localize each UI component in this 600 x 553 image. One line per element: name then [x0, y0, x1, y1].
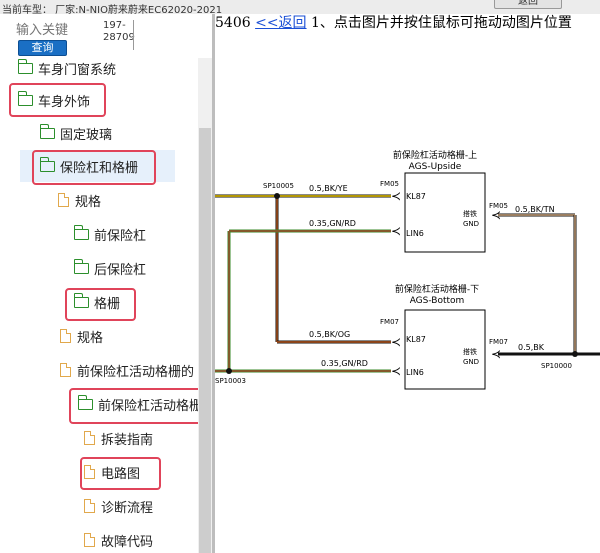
tree-item-grille[interactable]: 格栅	[73, 286, 121, 318]
splice-sp10003	[226, 368, 232, 374]
folder-open-icon	[73, 292, 89, 308]
wire-label-bk-tn: 0.5,BK/TN	[515, 205, 555, 214]
tree-item-label: 拆装指南	[101, 432, 154, 448]
search-code: 197- 28709	[103, 20, 135, 44]
tree-item-removal-guide[interactable]: 拆装指南	[84, 422, 153, 454]
tree-item-label: 诊断流程	[101, 500, 154, 516]
top-bar: 当前车型： 厂家:N-NIO蔚来蔚来EC62020-2021 返回	[0, 0, 600, 16]
left-nav-panel: 查询 197- 28709 车身门窗系统 车身外饰 固定玻璃 保险杠和格栅 规格	[0, 14, 212, 553]
tree-item-fault-codes[interactable]: 故障代码	[84, 524, 153, 553]
wire-label-bk-og: 0.5,BK/OG	[309, 330, 350, 339]
tree-item-label: 车身外饰	[38, 94, 91, 110]
document-icon	[60, 329, 71, 343]
splice-label-top: SP10005	[263, 182, 294, 190]
connector-fm05-right: FM05	[489, 202, 508, 210]
back-link[interactable]: <<返回	[255, 15, 306, 31]
wire-label-bk: 0.5,BK	[518, 343, 545, 352]
code-line-1: 197-	[103, 20, 126, 31]
doc-number: 5406	[215, 15, 251, 31]
pin-gnd-upper: GND	[463, 220, 479, 228]
code-line-2: 28709	[103, 32, 135, 43]
connector-symbol: ≺	[391, 364, 401, 378]
pin-gnd-lower: GND	[463, 358, 479, 366]
document-icon	[84, 465, 95, 479]
tree-item-label: 后保险杠	[94, 262, 147, 278]
folder-open-icon	[73, 258, 89, 274]
folder-open-icon	[17, 90, 33, 106]
tree-item-label: 故障代码	[101, 534, 154, 550]
connector-symbol: ≺	[491, 208, 501, 222]
wire-label-bk-ye: 0.5,BK/YE	[309, 184, 348, 193]
connector-symbol: ≺	[491, 347, 501, 361]
folder-open-icon	[77, 394, 93, 410]
document-icon	[84, 499, 95, 513]
tree-item-spec-2[interactable]: 规格	[60, 320, 103, 352]
search-separator	[133, 20, 134, 50]
connector-symbol: ≺	[391, 189, 401, 203]
tree-item-fixed-glass[interactable]: 固定玻璃	[39, 117, 113, 149]
search-input[interactable]	[16, 22, 98, 38]
top-back-button[interactable]: 返回	[494, 0, 562, 9]
document-icon	[84, 431, 95, 445]
folder-open-icon	[39, 123, 55, 139]
tree-item-label: 前保险杠	[94, 228, 147, 244]
pin-gnd-cn-lower: 搭铁	[463, 347, 477, 356]
folder-open-icon	[17, 58, 33, 74]
tree-item-label: 前保险杠活动格栅的	[77, 364, 195, 380]
tree-item-circuit-diagram[interactable]: 电路图	[84, 456, 140, 488]
connector-fm07-left: FM07	[380, 318, 399, 326]
tree-item-label: 车身门窗系统	[38, 62, 117, 78]
tree-item-label: 规格	[75, 194, 102, 210]
tree-item-body-trim[interactable]: 车身外饰	[17, 84, 91, 116]
lower-module-title-en: AGS-Bottom	[410, 296, 465, 306]
tree-item-label: 前保险杠活动格栅	[98, 398, 203, 414]
tree-item-diagnostic-flow[interactable]: 诊断流程	[84, 490, 153, 522]
search-button[interactable]: 查询	[18, 40, 67, 56]
tree-item-label: 固定玻璃	[60, 127, 113, 143]
lower-module-title-cn: 前保险杠活动格栅-下	[395, 283, 479, 295]
wire-label-gn-rd-lower: 0.35,GN/RD	[321, 359, 368, 368]
splice-label-bottom-right: SP10000	[541, 362, 572, 370]
tree-item-active-grille[interactable]: 前保险杠活动格栅的	[60, 354, 194, 386]
pin-lin6-upper: LIN6	[406, 229, 424, 238]
connector-symbol: ≺	[391, 335, 401, 349]
wiring-diagram[interactable]: 前保险杠活动格栅-上 AGS-Upside 前保险杠活动格栅-下 AGS-Bot…	[215, 38, 600, 553]
content-panel: 5406 <<返回 1、点击图片并按住鼠标可拖动动图片位置 前保险杠活动格栅-上…	[215, 14, 600, 553]
tree-item-front-bumper[interactable]: 前保险杠	[73, 218, 147, 250]
folder-open-icon	[39, 156, 55, 172]
tree-item-label: 规格	[77, 330, 104, 346]
tree-item-label: 格栅	[94, 296, 121, 312]
document-icon	[84, 533, 95, 547]
instruction-text: 1、点击图片并按住鼠标可拖动动图片位置	[311, 15, 572, 31]
document-icon	[60, 363, 71, 377]
tree-item-label: 电路图	[101, 466, 141, 482]
connector-fm07-right: FM07	[489, 338, 508, 346]
splice-sp10005	[274, 193, 280, 199]
upper-module-title-en: AGS-Upside	[409, 162, 462, 172]
search-area: 查询 197- 28709	[0, 14, 200, 58]
scrollbar-thumb[interactable]	[199, 128, 211, 553]
tree-item-bumper-grille[interactable]: 保险杠和格栅	[20, 150, 175, 182]
wire-label-gn-rd-upper: 0.35,GN/RD	[309, 219, 356, 228]
pin-gnd-cn-upper: 搭铁	[463, 209, 477, 218]
tree-item-active-grille-sub[interactable]: 前保险杠活动格栅	[77, 388, 203, 420]
tree-item-spec[interactable]: 规格	[58, 184, 101, 216]
tree-item-label: 保险杠和格栅	[60, 160, 139, 176]
connector-fm05-left: FM05	[380, 180, 399, 188]
tree-scrollbar[interactable]	[198, 58, 212, 553]
splice-label-bottom-left: SP10003	[215, 377, 246, 385]
splice-sp10000	[572, 351, 578, 357]
document-icon	[58, 193, 69, 207]
pin-kl87-upper: KL87	[406, 192, 426, 201]
pin-lin6-lower: LIN6	[406, 368, 424, 377]
tree-item-rear-bumper[interactable]: 后保险杠	[73, 252, 147, 284]
pin-kl87-lower: KL87	[406, 335, 426, 344]
upper-module-title-cn: 前保险杠活动格栅-上	[393, 149, 477, 161]
connector-symbol: ≺	[391, 224, 401, 238]
breadcrumb: 5406 <<返回 1、点击图片并按住鼠标可拖动动图片位置	[215, 14, 572, 34]
wiring-diagram-svg[interactable]: 前保险杠活动格栅-上 AGS-Upside 前保险杠活动格栅-下 AGS-Bot…	[215, 38, 600, 553]
folder-open-icon	[73, 224, 89, 240]
